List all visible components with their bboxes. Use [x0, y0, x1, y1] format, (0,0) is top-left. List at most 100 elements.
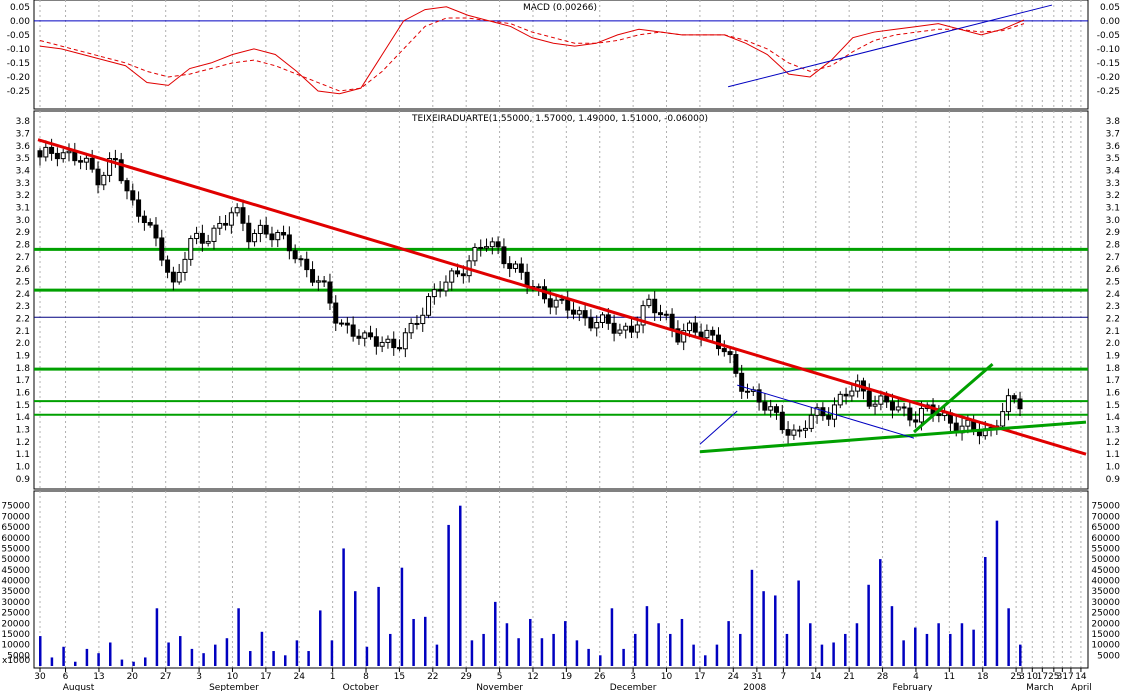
candle-body	[501, 246, 507, 265]
price-tick-label-right: 2.2	[1106, 315, 1120, 325]
candle-body	[60, 152, 66, 160]
candle-body	[385, 338, 391, 343]
price-tick-label-right: 2.4	[1106, 290, 1121, 300]
volume-bar	[342, 548, 345, 666]
price-tick-label-right: 1.7	[1106, 376, 1120, 386]
volume-tick-label-right: 70000	[1091, 512, 1120, 522]
price-tick-label-right: 3.2	[1106, 191, 1120, 201]
macd-tick-label-right: 0.00	[1100, 17, 1120, 27]
candle-body	[866, 390, 872, 407]
price-tick-label-left: 3.3	[16, 179, 30, 189]
price-tick-label-left: 2.2	[16, 315, 30, 325]
volume-tick-label-right: 35000	[1091, 587, 1120, 597]
candle-body	[43, 146, 49, 158]
price-tick-label-left: 1.4	[16, 413, 31, 423]
candle-body	[571, 309, 577, 315]
candle-body	[889, 401, 895, 411]
price-tick-label-left: 3.1	[16, 204, 30, 214]
volume-bar	[144, 657, 147, 666]
macd-tick-label-left: -0.25	[7, 87, 30, 97]
candle-body	[559, 298, 565, 301]
price-tick-label-left: 1.9	[16, 352, 31, 362]
volume-bar	[727, 621, 730, 666]
candle-body	[124, 180, 130, 192]
candle-body	[936, 413, 942, 417]
price-tick-label-left: 3.5	[16, 154, 30, 164]
candle-body	[513, 263, 519, 269]
price-tick-label-left: 3.8	[16, 117, 31, 127]
volume-bar	[109, 642, 112, 666]
date-label: 31	[1057, 672, 1068, 682]
volume-bar	[307, 651, 310, 666]
volume-bar	[237, 608, 240, 666]
volume-bar	[785, 633, 789, 666]
candle-body	[188, 238, 194, 260]
candle-body	[495, 241, 501, 248]
candle-body	[414, 322, 420, 325]
price-tick-label-left: 1.5	[16, 401, 30, 411]
volume-tick-label-left: 15000	[1, 630, 30, 640]
candle-body	[733, 354, 739, 374]
macd-panel	[33, 0, 1089, 110]
volume-tick-label-right: 25000	[1091, 609, 1120, 619]
date-label: 24	[294, 672, 306, 682]
candle-body	[489, 241, 495, 248]
price-tick-label-left: 2.9	[16, 228, 31, 238]
date-label: 10	[227, 672, 239, 682]
price-tick-label-right: 2.8	[1106, 241, 1121, 251]
volume-bar	[610, 608, 614, 666]
candle-body	[657, 312, 663, 316]
volume-unit-label: x1000	[2, 656, 31, 666]
date-label: 17	[694, 672, 705, 682]
price-tick-label-left: 1.7	[16, 376, 30, 386]
candle-body	[194, 232, 200, 240]
volume-tick-label-right: 40000	[1091, 577, 1120, 587]
candle-body	[901, 406, 907, 409]
candle-body	[240, 207, 246, 224]
volume-bar	[284, 655, 287, 666]
candle-body	[66, 150, 72, 154]
candle-body	[205, 240, 211, 244]
volume-bar	[295, 640, 299, 666]
candle-body	[136, 199, 142, 217]
price-tick-label-right: 3.3	[1106, 179, 1120, 189]
candle-body	[211, 227, 217, 242]
candle-body	[524, 271, 530, 288]
candle-body	[217, 222, 223, 229]
month-label: September	[209, 683, 259, 691]
candle-body	[484, 246, 490, 249]
volume-bar	[214, 644, 217, 666]
volume-bar	[890, 606, 894, 666]
volume-bar	[680, 618, 684, 666]
month-label: 2008	[743, 683, 766, 691]
volume-tick-label-right: 60000	[1091, 534, 1120, 544]
volume-bar	[120, 659, 124, 666]
candle-body	[327, 281, 333, 304]
date-label: 3	[630, 672, 636, 682]
volume-bar	[39, 636, 42, 666]
macd-tick-label-right: -0.15	[1097, 59, 1120, 69]
volume-bar	[494, 601, 497, 666]
date-label: 11	[944, 672, 955, 682]
candle-body	[397, 347, 403, 350]
price-tick-label-left: 2.7	[16, 253, 30, 263]
price-tick-label-right: 2.6	[1106, 265, 1121, 275]
date-label: 7	[1068, 672, 1074, 682]
volume-bar	[879, 559, 882, 666]
date-label: 18	[977, 672, 989, 682]
volume-bar	[797, 580, 800, 666]
candle-body	[872, 403, 878, 407]
candle-body	[721, 348, 727, 353]
price-tick-label-left: 2.8	[16, 241, 31, 251]
candle-body	[518, 263, 524, 273]
candle-body	[582, 310, 588, 319]
price-tick-label-left: 2.0	[16, 339, 31, 349]
price-tick-label-left: 2.4	[16, 290, 31, 300]
volume-tick-label-left: 55000	[1, 544, 30, 554]
candle-body	[449, 270, 455, 283]
price-tick-label-right: 2.5	[1106, 278, 1120, 288]
volume-bar	[389, 633, 392, 666]
date-label: 28	[877, 672, 889, 682]
candle-body	[553, 299, 559, 308]
candle-body	[310, 269, 316, 283]
